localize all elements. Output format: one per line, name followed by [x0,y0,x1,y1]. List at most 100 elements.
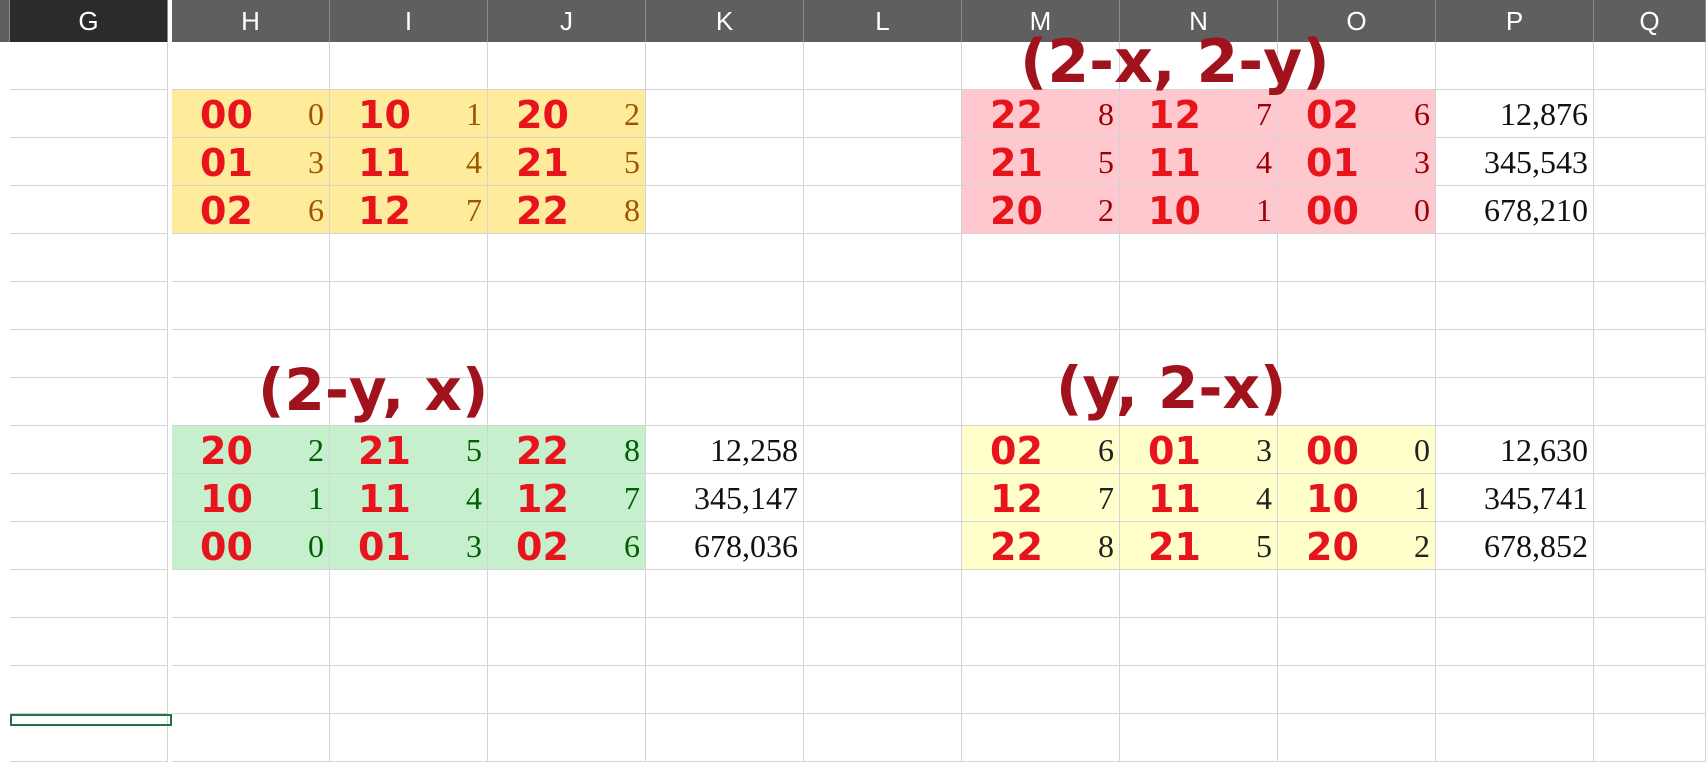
cell-l6[interactable] [804,282,962,330]
cell-o5[interactable] [1278,234,1436,282]
cell-h7[interactable] [172,330,330,378]
spreadsheet-grid[interactable]: GHIJKLMNOPQ 0 1 2 3 4 5 6 7 8 8 7 6 5 4 3 2 1 0 12,876 345,… [0,0,1706,762]
cell-l8[interactable] [804,378,962,426]
cell-g2[interactable] [10,90,168,138]
cell-j7[interactable] [488,330,646,378]
cell-q6[interactable] [1594,282,1706,330]
cell-g8[interactable] [10,378,168,426]
column-header-l[interactable]: L [804,0,962,42]
cell-l3[interactable] [804,138,962,186]
cell-h5[interactable] [172,234,330,282]
cell-m14[interactable] [962,666,1120,714]
cell-j1[interactable] [488,42,646,90]
column-header-p[interactable]: P [1436,0,1594,42]
cell-m12[interactable] [962,570,1120,618]
cell-l9[interactable] [804,426,962,474]
cell-i8[interactable] [330,378,488,426]
cell-g11[interactable] [10,522,168,570]
column-header-i[interactable]: I [330,0,488,42]
cell-o7[interactable] [1278,330,1436,378]
column-header-g[interactable]: G [10,0,168,42]
cell-i13[interactable] [330,618,488,666]
cell-l13[interactable] [804,618,962,666]
cell-i12[interactable] [330,570,488,618]
cell-k3[interactable] [646,138,804,186]
cell-o14[interactable] [1278,666,1436,714]
cell-q10[interactable] [1594,474,1706,522]
cell-g13[interactable] [10,618,168,666]
cell-i6[interactable] [330,282,488,330]
cell-k1[interactable] [646,42,804,90]
cell-j12[interactable] [488,570,646,618]
cell-o6[interactable] [1278,282,1436,330]
cell-g12[interactable] [10,570,168,618]
cell-l5[interactable] [804,234,962,282]
cell-k15[interactable] [646,714,804,762]
cell-p12[interactable] [1436,570,1594,618]
cell-g3[interactable] [10,138,168,186]
cell-g6[interactable] [10,282,168,330]
cell-i15[interactable] [330,714,488,762]
cell-l1[interactable] [804,42,962,90]
column-header-k[interactable]: K [646,0,804,42]
cell-p8[interactable] [1436,378,1594,426]
cell-g4[interactable] [10,186,168,234]
cell-j15[interactable] [488,714,646,762]
cell-p7[interactable] [1436,330,1594,378]
cell-k7[interactable] [646,330,804,378]
cell-q8[interactable] [1594,378,1706,426]
cell-m1[interactable] [962,42,1120,90]
cell-i7[interactable] [330,330,488,378]
cell-p13[interactable] [1436,618,1594,666]
cell-l2[interactable] [804,90,962,138]
cell-o1[interactable] [1278,42,1436,90]
cell-o8[interactable] [1278,378,1436,426]
cell-k8[interactable] [646,378,804,426]
cell-q5[interactable] [1594,234,1706,282]
cell-n5[interactable] [1120,234,1278,282]
cell-g14[interactable] [10,666,168,714]
cell-g9[interactable] [10,426,168,474]
column-header-q[interactable]: Q [1594,0,1706,42]
cell-m8[interactable] [962,378,1120,426]
cell-g7[interactable] [10,330,168,378]
cell-i1[interactable] [330,42,488,90]
cell-l7[interactable] [804,330,962,378]
column-header-m[interactable]: M [962,0,1120,42]
cell-p5[interactable] [1436,234,1594,282]
cell-h8[interactable] [172,378,330,426]
cell-g1[interactable] [10,42,168,90]
cell-n8[interactable] [1120,378,1278,426]
cell-p14[interactable] [1436,666,1594,714]
cell-n12[interactable] [1120,570,1278,618]
cell-q15[interactable] [1594,714,1706,762]
cell-h13[interactable] [172,618,330,666]
cell-k13[interactable] [646,618,804,666]
cell-m5[interactable] [962,234,1120,282]
cell-k4[interactable] [646,186,804,234]
cell-k2[interactable] [646,90,804,138]
column-header-o[interactable]: O [1278,0,1436,42]
cell-k14[interactable] [646,666,804,714]
cell-m15[interactable] [962,714,1120,762]
column-header-j[interactable]: J [488,0,646,42]
cell-l12[interactable] [804,570,962,618]
cell-o12[interactable] [1278,570,1436,618]
cell-q7[interactable] [1594,330,1706,378]
cell-j13[interactable] [488,618,646,666]
cell-k6[interactable] [646,282,804,330]
cell-h14[interactable] [172,666,330,714]
cell-j8[interactable] [488,378,646,426]
cell-k5[interactable] [646,234,804,282]
cell-m13[interactable] [962,618,1120,666]
cell-h15[interactable] [172,714,330,762]
cell-q4[interactable] [1594,186,1706,234]
cell-l15[interactable] [804,714,962,762]
cell-o13[interactable] [1278,618,1436,666]
cell-q12[interactable] [1594,570,1706,618]
cell-p1[interactable] [1436,42,1594,90]
cell-k12[interactable] [646,570,804,618]
cell-n1[interactable] [1120,42,1278,90]
column-header-h[interactable]: H [172,0,330,42]
cell-h6[interactable] [172,282,330,330]
